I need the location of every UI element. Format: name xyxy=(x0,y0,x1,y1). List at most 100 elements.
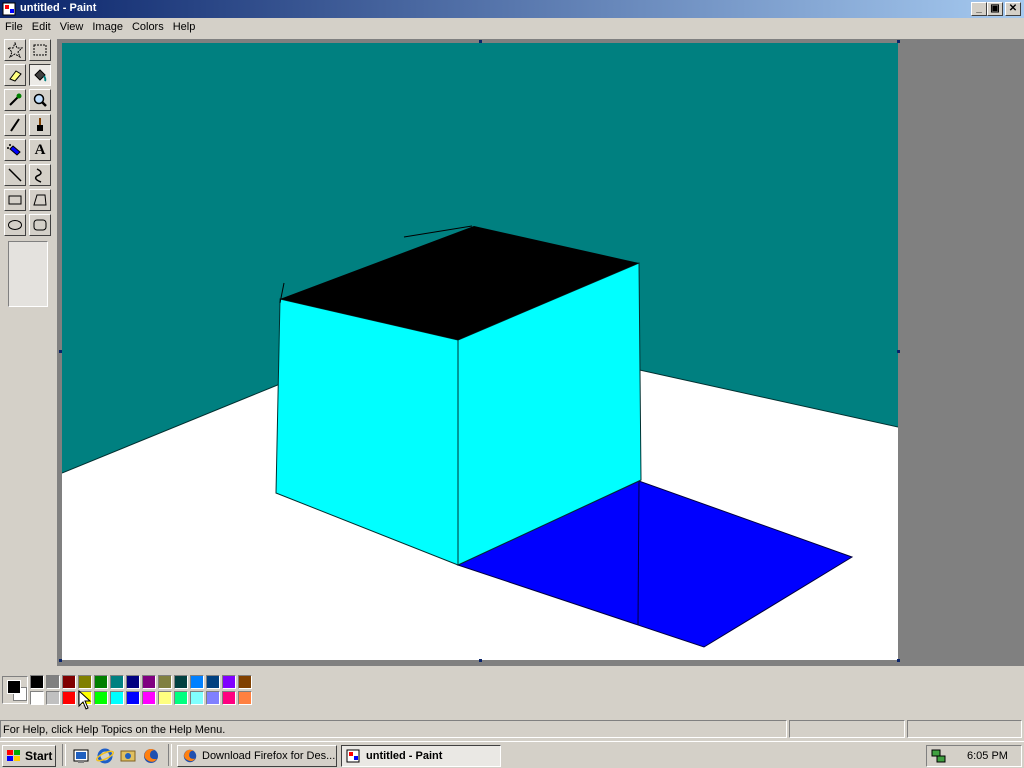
start-button[interactable]: Start xyxy=(2,745,56,767)
resize-handle[interactable] xyxy=(59,659,62,662)
paint-app-icon[interactable] xyxy=(2,1,18,17)
palette-swatch[interactable] xyxy=(142,691,156,705)
paint-bucket-icon xyxy=(34,69,47,82)
magnifier-icon xyxy=(33,93,47,107)
minimize-button[interactable]: _ xyxy=(971,2,987,16)
palette-swatch[interactable] xyxy=(94,675,108,689)
menu-colors[interactable]: Colors xyxy=(127,19,168,33)
free-form-select-tool[interactable] xyxy=(4,39,26,61)
menu-view[interactable]: View xyxy=(55,19,88,33)
brush-icon xyxy=(37,118,43,131)
task-label: Download Firefox for Des... xyxy=(202,750,336,762)
palette-swatch[interactable] xyxy=(62,675,76,689)
paint-icon xyxy=(346,749,360,763)
menu-edit[interactable]: Edit xyxy=(27,19,55,33)
palette-swatch[interactable] xyxy=(190,691,204,705)
palette-swatch[interactable] xyxy=(46,691,60,705)
palette-swatch[interactable] xyxy=(222,691,236,705)
palette-swatch[interactable] xyxy=(238,675,252,689)
magnifier-tool[interactable] xyxy=(29,89,51,111)
mouse-cursor-icon xyxy=(78,690,92,710)
palette-swatch[interactable] xyxy=(126,691,140,705)
current-colors[interactable] xyxy=(2,676,28,704)
palette-swatch[interactable] xyxy=(206,691,220,705)
color-palette xyxy=(30,675,256,707)
firefox-icon xyxy=(183,749,197,763)
rect-select-icon xyxy=(33,44,47,56)
palette-swatch[interactable] xyxy=(94,691,108,705)
palette-swatch[interactable] xyxy=(174,691,188,705)
clock[interactable]: 6:05 PM xyxy=(967,750,1008,762)
taskbar-separator xyxy=(168,744,172,766)
rectangle-tool[interactable] xyxy=(4,189,26,211)
palette-swatch[interactable] xyxy=(78,675,92,689)
resize-handle[interactable] xyxy=(897,350,900,353)
palette-swatch[interactable] xyxy=(206,675,220,689)
resize-handle[interactable] xyxy=(897,40,900,43)
palette-swatch[interactable] xyxy=(190,675,204,689)
text-icon: A xyxy=(34,141,46,158)
menu-image[interactable]: Image xyxy=(87,19,127,33)
ellipse-tool[interactable] xyxy=(4,214,26,236)
palette-swatch[interactable] xyxy=(142,675,156,689)
select-tool[interactable] xyxy=(29,39,51,61)
tool-options-box[interactable] xyxy=(8,241,48,307)
rounded-rectangle-tool[interactable] xyxy=(29,214,51,236)
eraser-tool[interactable] xyxy=(4,64,26,86)
window-title: untitled - Paint xyxy=(20,2,97,14)
palette-swatch[interactable] xyxy=(62,691,76,705)
palette-swatch[interactable] xyxy=(158,675,172,689)
ellipse-icon xyxy=(8,220,22,230)
resize-handle[interactable] xyxy=(479,659,482,662)
resize-handle[interactable] xyxy=(479,40,482,43)
status-size-panel xyxy=(907,720,1022,738)
resize-handle[interactable] xyxy=(59,350,62,353)
rectangle-icon xyxy=(8,195,22,205)
curve-icon xyxy=(34,168,42,183)
line-icon xyxy=(8,168,22,182)
palette-swatch[interactable] xyxy=(238,691,252,705)
title-bar[interactable]: untitled - Paint _ ▣ ✕ xyxy=(0,0,1024,18)
windows-logo-icon xyxy=(7,750,20,761)
menu-bar: File Edit View Image Colors Help xyxy=(0,19,1024,37)
task-label: untitled - Paint xyxy=(366,750,443,762)
palette-swatch[interactable] xyxy=(126,675,140,689)
fill-tool[interactable] xyxy=(29,64,51,86)
restore-button[interactable]: ▣ xyxy=(987,2,1003,16)
status-help-text: For Help, click Help Topics on the Help … xyxy=(3,724,226,736)
show-desktop-icon[interactable] xyxy=(72,747,90,765)
close-button[interactable]: ✕ xyxy=(1005,2,1021,16)
curve-tool[interactable] xyxy=(29,164,51,186)
taskbar-separator xyxy=(62,744,66,766)
task-firefox-download[interactable]: Download Firefox for Des... xyxy=(177,745,337,767)
palette-swatch[interactable] xyxy=(110,675,124,689)
network-icon[interactable] xyxy=(931,748,947,764)
start-label: Start xyxy=(25,749,53,763)
polygon-tool[interactable] xyxy=(29,189,51,211)
palette-swatch[interactable] xyxy=(30,691,44,705)
menu-file[interactable]: File xyxy=(0,19,27,33)
line-tool[interactable] xyxy=(4,164,26,186)
windows-explorer-icon[interactable] xyxy=(119,747,137,765)
palette-swatch[interactable] xyxy=(222,675,236,689)
polygon-icon xyxy=(33,194,47,206)
firefox-icon[interactable] xyxy=(142,747,160,765)
rounded-rectangle-icon xyxy=(33,219,47,231)
brush-tool[interactable] xyxy=(29,114,51,136)
internet-explorer-icon[interactable] xyxy=(96,747,114,765)
pencil-tool[interactable] xyxy=(4,114,26,136)
palette-swatch[interactable] xyxy=(30,675,44,689)
palette-swatch[interactable] xyxy=(110,691,124,705)
drawing-canvas[interactable] xyxy=(62,43,898,660)
task-paint[interactable]: untitled - Paint xyxy=(341,745,501,767)
taskbar: Start Download Firefox for Des... untitl… xyxy=(0,741,1024,768)
text-tool[interactable]: A xyxy=(29,139,51,161)
airbrush-tool[interactable] xyxy=(4,139,26,161)
palette-swatch[interactable] xyxy=(158,691,172,705)
pick-color-tool[interactable] xyxy=(4,89,26,111)
palette-swatch[interactable] xyxy=(174,675,188,689)
palette-swatch[interactable] xyxy=(46,675,60,689)
menu-help[interactable]: Help xyxy=(168,19,200,33)
resize-handle[interactable] xyxy=(897,659,900,662)
eraser-icon xyxy=(9,70,22,82)
